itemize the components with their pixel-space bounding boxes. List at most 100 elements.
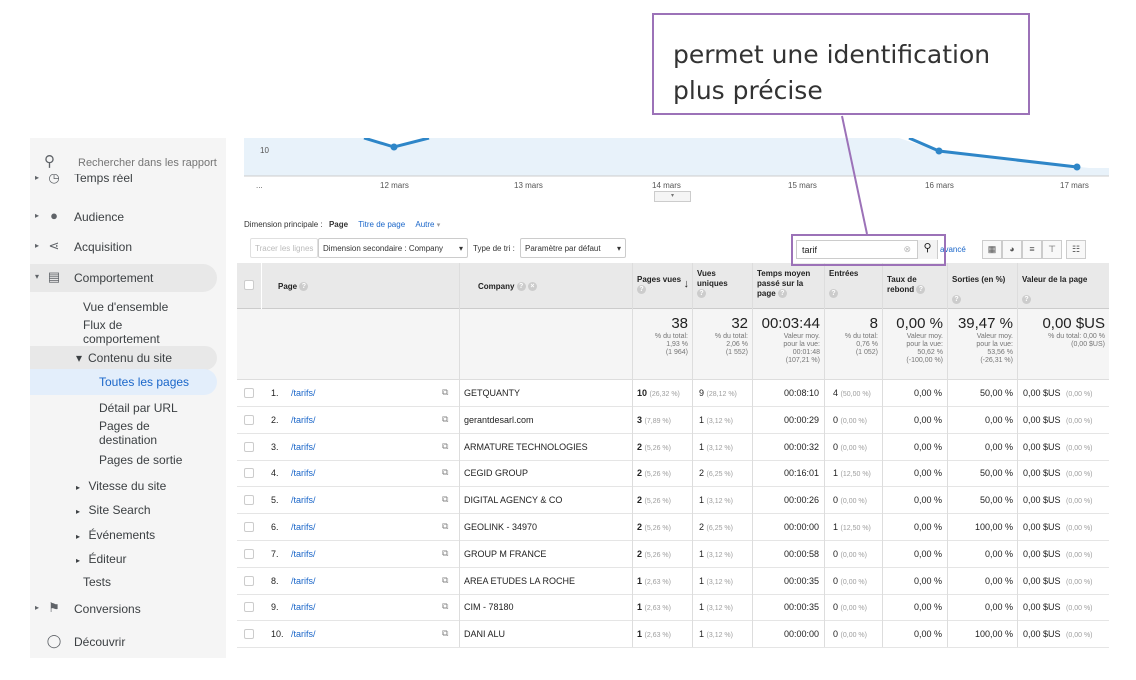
sidebar-sub-speed[interactable]: ▸ Vitesse du site: [76, 477, 166, 495]
header-avg-time[interactable]: Temps moyen passé sur la page ?: [752, 263, 824, 309]
select-all-checkbox[interactable]: [244, 280, 254, 290]
help-icon[interactable]: ?: [916, 285, 926, 295]
row-checkbox[interactable]: [244, 414, 254, 425]
row-page-value: 0,00 $US: [1023, 548, 1061, 559]
row-page-link[interactable]: /tarifs/: [291, 495, 316, 505]
sidebar-sub-exit-pages[interactable]: Pages de sortie: [99, 453, 182, 467]
sidebar-sub-overview[interactable]: Vue d'ensemble: [83, 300, 168, 314]
plot-rows-button[interactable]: Tracer les lignes: [250, 238, 319, 258]
pie-view-icon[interactable]: ◕: [1002, 240, 1022, 259]
row-bounce-rate: 0,00 %: [913, 548, 942, 559]
dimension-page-title-link[interactable]: Titre de page: [358, 220, 405, 229]
row-page-link[interactable]: /tarifs/: [291, 468, 316, 478]
total-caption: 53,56 %: [987, 349, 1013, 356]
open-link-icon[interactable]: ⧉: [442, 575, 448, 586]
header-entries[interactable]: Entrées?: [824, 263, 882, 309]
sidebar-sub-flow[interactable]: Flux de comportement: [83, 318, 160, 346]
row-page-link[interactable]: /tarifs/: [291, 629, 316, 639]
header-company[interactable]: Company ? ×: [459, 263, 632, 309]
comparison-view-icon[interactable]: ⊤: [1042, 240, 1062, 259]
sidebar-sub-url-detail[interactable]: Détail par URL: [99, 401, 178, 415]
sidebar-sub-content[interactable]: ▾ Contenu du site: [30, 346, 217, 370]
row-checkbox[interactable]: [244, 629, 254, 640]
open-link-icon[interactable]: ⧉: [442, 467, 448, 478]
row-bounce-rate: 0,00 %: [913, 575, 942, 586]
row-company: GROUP M FRANCE: [464, 548, 547, 559]
total-caption: Valeur moy.: [906, 333, 943, 340]
sidebar-sub-all-pages[interactable]: Toutes les pages: [30, 369, 217, 395]
row-checkbox[interactable]: [244, 388, 254, 398]
row-page-value: 0,00 $US: [1023, 468, 1061, 479]
sidebar-item-realtime[interactable]: ▸ ◷ Temps réel: [30, 174, 226, 190]
open-link-icon[interactable]: ⧉: [442, 628, 448, 639]
remove-dimension-icon[interactable]: ×: [527, 282, 537, 292]
sidebar-sub-landing[interactable]: Pages de destination: [99, 419, 157, 447]
help-icon[interactable]: ?: [777, 289, 787, 299]
pivot-view-icon[interactable]: ☷: [1066, 240, 1086, 259]
help-icon[interactable]: ?: [299, 282, 309, 292]
open-link-icon[interactable]: ⧉: [442, 387, 448, 398]
help-icon[interactable]: ?: [952, 295, 961, 305]
row-pageviews-pct: (5,26 %): [644, 551, 671, 559]
help-icon[interactable]: ?: [516, 282, 526, 292]
chevron-down-icon: ▾: [35, 272, 40, 281]
total-value: 8: [869, 315, 878, 332]
sidebar-sub-site-search[interactable]: ▸ Site Search: [76, 501, 151, 519]
header-exits[interactable]: Sorties (en %)?: [947, 263, 1017, 309]
sidebar-item-audience[interactable]: ▸ ● Audience: [30, 203, 226, 231]
header-page[interactable]: Page ?: [261, 263, 459, 309]
sidebar-item-discover[interactable]: ◯ Découvrir: [30, 628, 226, 656]
table-view-icon[interactable]: ▦: [982, 240, 1002, 259]
sort-type-select[interactable]: Paramètre par défaut ▾: [520, 238, 626, 258]
sidebar-sub-tests[interactable]: Tests: [83, 575, 111, 589]
row-checkbox[interactable]: [244, 602, 254, 613]
row-unique-pct: (6,25 %): [706, 471, 733, 479]
chevron-right-icon: ▸: [35, 211, 40, 220]
row-entries: 0: [833, 495, 839, 506]
chart-collapse-handle[interactable]: ▾: [654, 191, 691, 202]
sidebar-sub-events[interactable]: ▸ Événements: [76, 526, 155, 544]
header-bounce-rate[interactable]: Taux de rebond ?: [882, 263, 947, 309]
row-entries: 0: [833, 414, 839, 425]
row-page-link[interactable]: /tarifs/: [291, 388, 316, 398]
sidebar-item-acquisition[interactable]: ▸ ⋖ Acquisition: [30, 233, 226, 261]
open-link-icon[interactable]: ⧉: [442, 601, 448, 612]
dimension-other-link[interactable]: Autre: [415, 220, 434, 229]
row-checkbox[interactable]: [244, 575, 254, 586]
row-pageviews-pct: (2,63 %): [644, 578, 671, 586]
row-page-link[interactable]: /tarifs/: [291, 602, 316, 612]
header-unique-views[interactable]: Vues uniques?: [692, 263, 752, 309]
dimension-page[interactable]: Page: [329, 220, 348, 229]
help-icon[interactable]: ?: [637, 285, 646, 295]
sidebar-item-behavior[interactable]: ▾ ▤ Comportement: [30, 264, 217, 292]
open-link-icon[interactable]: ⧉: [442, 441, 448, 452]
row-checkbox[interactable]: [244, 548, 254, 559]
row-page-link[interactable]: /tarifs/: [291, 442, 316, 452]
open-link-icon[interactable]: ⧉: [442, 414, 448, 425]
row-bounce-rate: 0,00 %: [913, 388, 942, 398]
sidebar-sub-publisher[interactable]: ▸ Éditeur: [76, 550, 127, 568]
sidebar-item-label: Audience: [74, 210, 125, 224]
row-page-value-pct: (0,00 %): [1066, 525, 1093, 532]
row-page-value: 0,00 $US: [1023, 388, 1061, 398]
row-page-link[interactable]: /tarifs/: [291, 576, 316, 586]
row-checkbox[interactable]: [244, 468, 254, 479]
header-page-value[interactable]: Valeur de la page?: [1017, 263, 1109, 309]
help-icon[interactable]: ?: [829, 289, 838, 299]
row-page-link[interactable]: /tarifs/: [291, 415, 316, 425]
open-link-icon[interactable]: ⧉: [442, 548, 448, 559]
row-checkbox[interactable]: [244, 495, 254, 506]
open-link-icon[interactable]: ⧉: [442, 521, 448, 532]
sidebar-item-conversions[interactable]: ▸ ⚑ Conversions: [30, 595, 226, 623]
row-page-link[interactable]: /tarifs/: [291, 522, 316, 532]
row-exits: 0,00 %: [984, 441, 1013, 452]
row-checkbox[interactable]: [244, 441, 254, 452]
header-pageviews[interactable]: Pages vues ↓?: [632, 263, 692, 309]
help-icon[interactable]: ?: [697, 289, 706, 299]
row-page-link[interactable]: /tarifs/: [291, 549, 316, 559]
secondary-dimension-select[interactable]: Dimension secondaire : Company ▾: [318, 238, 468, 258]
performance-view-icon[interactable]: ≡: [1022, 240, 1042, 259]
help-icon[interactable]: ?: [1022, 295, 1031, 305]
open-link-icon[interactable]: ⧉: [442, 494, 448, 505]
row-checkbox[interactable]: [244, 522, 254, 532]
